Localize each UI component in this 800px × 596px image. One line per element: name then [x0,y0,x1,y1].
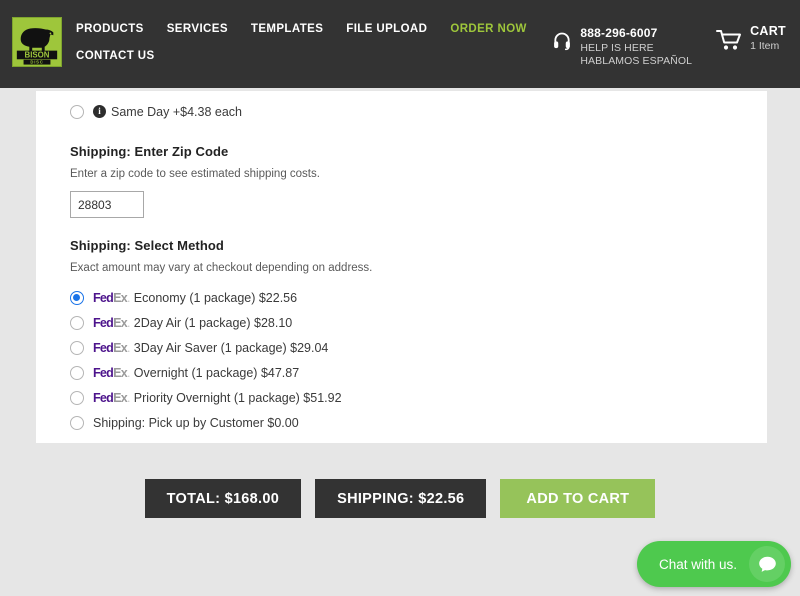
shipping-method-priority-overnight[interactable]: FedEx. Priority Overnight (1 package) $5… [70,385,733,410]
method-section-note: Exact amount may vary at checkout depend… [70,262,373,274]
shipping-method-overnight[interactable]: FedEx. Overnight (1 package) $47.87 [70,360,733,385]
shipping-method-label: Economy (1 package) $22.56 [133,290,298,305]
header-utilities: 888-296-6007 HELP IS HERE HABLAMOS ESPAÑ… [552,24,800,68]
add-to-cart-button[interactable]: ADD TO CART [500,479,656,518]
shopping-cart-icon [716,29,742,51]
nav-item-products[interactable]: PRODUCTS [76,22,144,37]
shipping-method-label: 3Day Air Saver (1 package) $29.04 [133,340,329,355]
shipping-method-label: 2Day Air (1 package) $28.10 [133,315,293,330]
bison-logo-graphic: BISON DISC [13,18,61,66]
chat-bubble-icon[interactable] [749,546,785,582]
fedex-logo: FedEx. [93,365,130,380]
shipping-radio-priority-overnight[interactable] [70,390,84,405]
shipping-button[interactable]: SHIPPING: $22.56 [315,479,487,518]
method-section-title: Shipping: Select Method [70,238,224,253]
zip-section-note: Enter a zip code to see estimated shippi… [70,168,320,180]
shipping-radio-economy[interactable] [70,290,84,305]
zip-section-title: Shipping: Enter Zip Code [70,144,229,159]
bison-disc-logo[interactable]: BISON DISC [12,17,62,67]
checkout-button-row: TOTAL: $168.00 SHIPPING: $22.56 ADD TO C… [0,479,800,518]
shipping-radio-pickup[interactable] [70,415,84,430]
nav-item-services[interactable]: SERVICES [167,22,228,37]
svg-text:DISC: DISC [30,60,43,65]
site-header: BISON DISC PRODUCTS SERVICES TEMPLATES F… [0,0,800,101]
shipping-method-label: Shipping: Pick up by Customer $0.00 [93,415,299,430]
shipping-method-2day-air[interactable]: FedEx. 2Day Air (1 package) $28.10 [70,310,733,335]
turnaround-option-label: Same Day +$4.38 each [111,104,242,119]
shipping-radio-2day-air[interactable] [70,315,84,330]
shipping-method-pickup[interactable]: Shipping: Pick up by Customer $0.00 [70,410,733,435]
page-body: i Same Day +$4.38 each Shipping: Enter Z… [0,88,800,596]
shipping-radio-3day-air-saver[interactable] [70,340,84,355]
fedex-logo: FedEx. [93,340,130,355]
shipping-radio-overnight[interactable] [70,365,84,380]
shipping-method-label: Overnight (1 package) $47.87 [133,365,300,380]
fedex-logo: FedEx. [93,390,130,405]
shipping-options-card: i Same Day +$4.38 each Shipping: Enter Z… [36,91,767,443]
support-line-1: HELP IS HERE [580,42,654,54]
zip-code-input[interactable] [70,191,144,218]
turnaround-option-same-day[interactable]: i Same Day +$4.38 each [70,99,733,124]
support-phone-block[interactable]: 888-296-6007 HELP IS HERE HABLAMOS ESPAÑ… [552,24,692,68]
shipping-method-3day-air-saver[interactable]: FedEx. 3Day Air Saver (1 package) $29.04 [70,335,733,360]
support-phone-number: 888-296-6007 [580,26,658,40]
chat-widget[interactable]: Chat with us. [636,541,791,587]
svg-text:BISON: BISON [25,51,50,60]
turnaround-radio-same-day[interactable] [70,104,84,119]
nav-item-templates[interactable]: TEMPLATES [251,22,323,37]
cart-label: CART [750,24,786,38]
fedex-logo: FedEx. [93,290,130,305]
nav-item-order-now[interactable]: ORDER NOW [450,22,526,37]
total-button[interactable]: TOTAL: $168.00 [144,479,302,518]
shipping-method-economy[interactable]: FedEx. Economy (1 package) $22.56 [70,285,733,310]
shipping-method-label: Priority Overnight (1 package) $51.92 [133,390,342,405]
cart-button[interactable]: CART 1 Item [716,24,786,53]
info-icon[interactable]: i [93,105,106,118]
cart-item-count: 1 Item [750,40,780,52]
shipping-method-list: FedEx. Economy (1 package) $22.56 FedEx.… [70,285,733,435]
headset-icon [552,31,572,51]
support-line-2: HABLAMOS ESPAÑOL [580,55,693,67]
nav-item-file-upload[interactable]: FILE UPLOAD [346,22,427,37]
fedex-logo: FedEx. [93,315,130,330]
nav-item-contact-us[interactable]: CONTACT US [76,49,155,64]
chat-widget-label: Chat with us. [658,556,737,572]
